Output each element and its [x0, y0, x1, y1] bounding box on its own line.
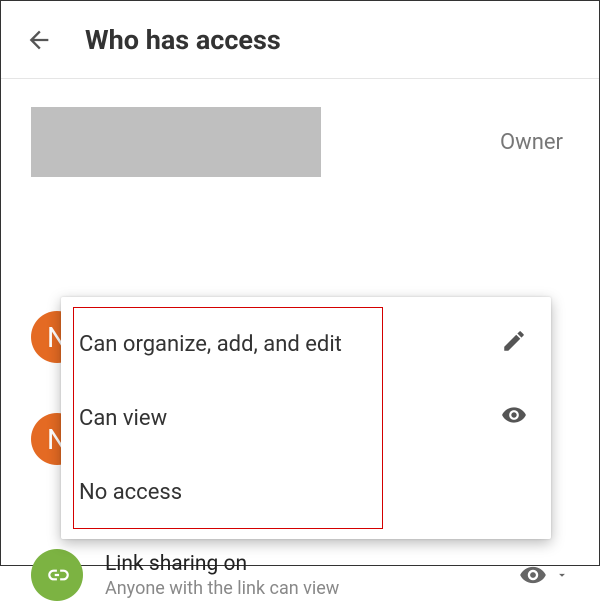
menu-item-label: No access: [79, 480, 182, 505]
menu-item-can-view[interactable]: Can view: [61, 381, 551, 455]
menu-item-label: Can view: [79, 406, 167, 431]
owner-role-label: Owner: [500, 130, 563, 155]
eye-icon: [501, 402, 527, 434]
dropdown-caret-icon: [555, 568, 569, 582]
link-sharing-permission[interactable]: [519, 561, 569, 589]
back-arrow-icon[interactable]: [25, 26, 53, 54]
link-icon: [31, 549, 83, 601]
link-sharing-title: Link sharing on: [105, 552, 497, 576]
link-sharing-row[interactable]: Link sharing on Anyone with the link can…: [31, 549, 569, 601]
header-bar: Who has access: [1, 1, 599, 79]
menu-item-can-edit[interactable]: Can organize, add, and edit: [61, 307, 551, 381]
eye-icon: [519, 561, 547, 589]
owner-row: Owner: [1, 89, 599, 199]
menu-item-no-access[interactable]: No access: [61, 455, 551, 529]
link-sharing-subtitle: Anyone with the link can view: [105, 578, 497, 599]
link-sharing-text: Link sharing on Anyone with the link can…: [105, 552, 497, 599]
content-area: Owner N N Link sharing on Anyone with th…: [1, 79, 599, 199]
page-title: Who has access: [85, 24, 281, 56]
pencil-icon: [501, 328, 527, 360]
owner-identity-redacted: [31, 107, 321, 177]
permission-menu: Can organize, add, and edit Can view No …: [61, 297, 551, 539]
menu-item-label: Can organize, add, and edit: [79, 332, 342, 357]
